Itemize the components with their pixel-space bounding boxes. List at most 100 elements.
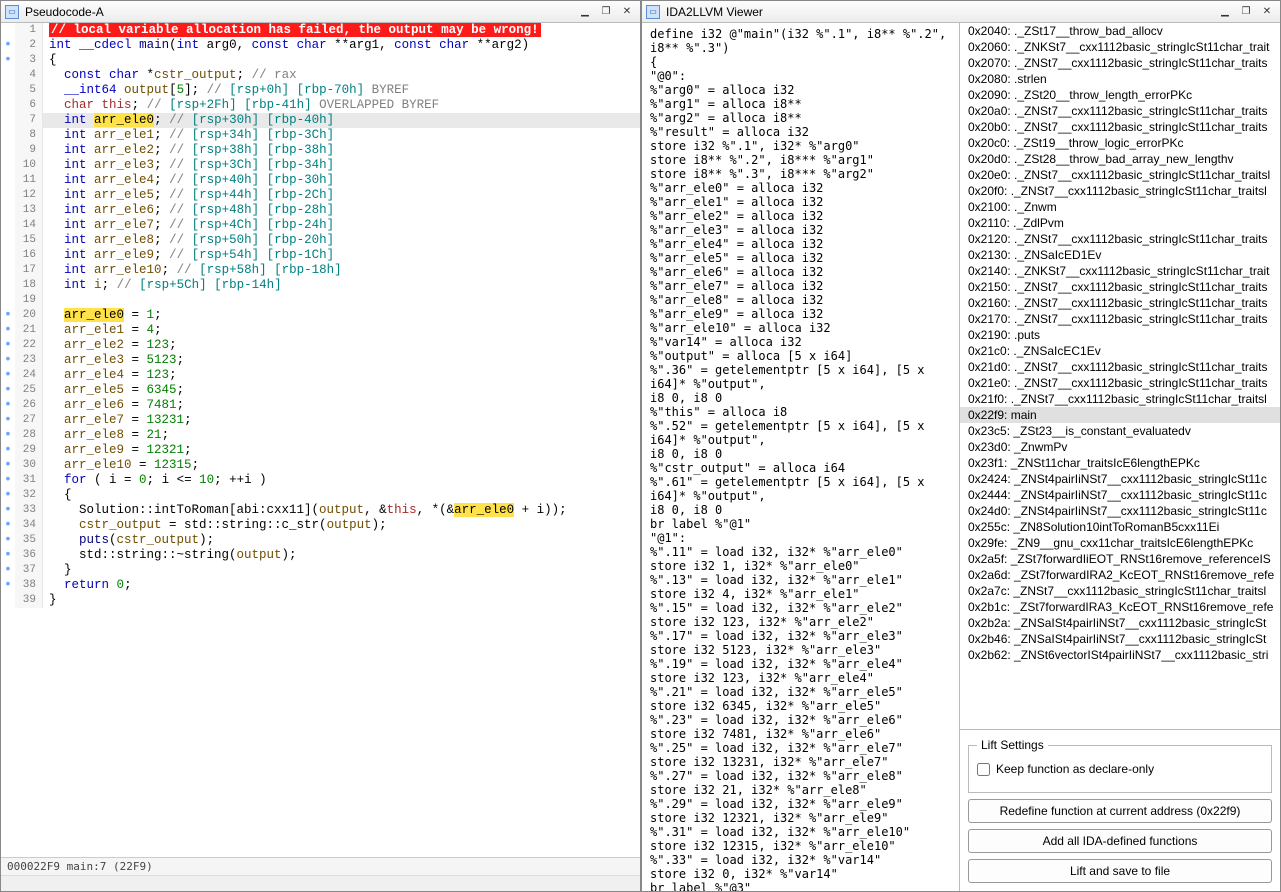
symbol-row[interactable]: 0x2a5f: _ZSt7forwardIiEOT_RNSt16remove_r…	[960, 551, 1280, 567]
code-line[interactable]: 8 int arr_ele1; // [rsp+34h] [rbp-3Ch]	[1, 128, 640, 143]
code-line[interactable]: •28 arr_ele8 = 21;	[1, 428, 640, 443]
symbol-row[interactable]: 0x21d0: ._ZNSt7__cxx1112basic_stringIcSt…	[960, 359, 1280, 375]
code-line[interactable]: 14 int arr_ele7; // [rsp+4Ch] [rbp-24h]	[1, 218, 640, 233]
llvm-line: %".25" = load i32, i32* %"arr_ele7"	[650, 741, 951, 755]
symbol-row[interactable]: 0x2190: .puts	[960, 327, 1280, 343]
symbol-row[interactable]: 0x2100: ._Znwm	[960, 199, 1280, 215]
code-line[interactable]: •24 arr_ele4 = 123;	[1, 368, 640, 383]
code-line[interactable]: •36 std::string::~string(output);	[1, 548, 640, 563]
keep-declare-checkbox[interactable]: Keep function as declare-only	[977, 762, 1263, 776]
code-line[interactable]: 10 int arr_ele3; // [rsp+3Ch] [rbp-34h]	[1, 158, 640, 173]
symbol-row[interactable]: 0x2070: ._ZNSt7__cxx1112basic_stringIcSt…	[960, 55, 1280, 71]
code-line[interactable]: 9 int arr_ele2; // [rsp+38h] [rbp-38h]	[1, 143, 640, 158]
symbol-row[interactable]: 0x21c0: ._ZNSaIcEC1Ev	[960, 343, 1280, 359]
symbol-row[interactable]: 0x2424: _ZNSt4pairIiNSt7__cxx1112basic_s…	[960, 471, 1280, 487]
llvm-line: %".31" = load i32, i32* %"arr_ele10"	[650, 825, 951, 839]
code-line[interactable]: 13 int arr_ele6; // [rsp+48h] [rbp-28h]	[1, 203, 640, 218]
code-line[interactable]: •26 arr_ele6 = 7481;	[1, 398, 640, 413]
code-line[interactable]: •21 arr_ele1 = 4;	[1, 323, 640, 338]
code-line[interactable]: 16 int arr_ele9; // [rsp+54h] [rbp-1Ch]	[1, 248, 640, 263]
symbol-row[interactable]: 0x2090: ._ZSt20__throw_length_errorPKc	[960, 87, 1280, 103]
symbol-row[interactable]: 0x21e0: ._ZNSt7__cxx1112basic_stringIcSt…	[960, 375, 1280, 391]
symbol-row[interactable]: 0x255c: _ZN8Solution10intToRomanB5cxx11E…	[960, 519, 1280, 535]
code-line[interactable]: •38 return 0;	[1, 578, 640, 593]
code-line[interactable]: •37 }	[1, 563, 640, 578]
restore-button[interactable]: ❐	[1237, 5, 1255, 19]
symbol-row[interactable]: 0x20a0: ._ZNSt7__cxx1112basic_stringIcSt…	[960, 103, 1280, 119]
symbol-row[interactable]: 0x20c0: ._ZSt19__throw_logic_errorPKc	[960, 135, 1280, 151]
symbol-row[interactable]: 0x20d0: ._ZSt28__throw_bad_array_new_len…	[960, 151, 1280, 167]
code-line[interactable]: •25 arr_ele5 = 6345;	[1, 383, 640, 398]
minimize-button[interactable]: ▁	[576, 5, 594, 19]
code-line[interactable]: •33 Solution::intToRoman[abi:cxx11](outp…	[1, 503, 640, 518]
code-line[interactable]: 6 char this; // [rsp+2Fh] [rbp-41h] OVER…	[1, 98, 640, 113]
symbol-row[interactable]: 0x20e0: ._ZNSt7__cxx1112basic_stringIcSt…	[960, 167, 1280, 183]
code-line[interactable]: 18 int i; // [rsp+5Ch] [rbp-14h]	[1, 278, 640, 293]
code-line[interactable]: •31 for ( i = 0; i <= 10; ++i )	[1, 473, 640, 488]
code-line[interactable]: •2int __cdecl main(int arg0, const char …	[1, 38, 640, 53]
restore-button[interactable]: ❐	[597, 5, 615, 19]
code-line[interactable]: 17 int arr_ele10; // [rsp+58h] [rbp-18h]	[1, 263, 640, 278]
minimize-button[interactable]: ▁	[1216, 5, 1234, 19]
symbol-row[interactable]: 0x2160: ._ZNSt7__cxx1112basic_stringIcSt…	[960, 295, 1280, 311]
code-line[interactable]: 12 int arr_ele5; // [rsp+44h] [rbp-2Ch]	[1, 188, 640, 203]
llvm-line: store i32 0, i32* %"var14"	[650, 867, 951, 881]
save-button[interactable]: Lift and save to file	[968, 859, 1272, 883]
symbol-row[interactable]: 0x23c5: _ZSt23__is_constant_evaluatedv	[960, 423, 1280, 439]
code-line[interactable]: 4 const char *cstr_output; // rax	[1, 68, 640, 83]
code-line[interactable]: •20 arr_ele0 = 1;	[1, 308, 640, 323]
symbol-row[interactable]: 0x2080: .strlen	[960, 71, 1280, 87]
symbol-row[interactable]: 0x24d0: _ZNSt4pairIiNSt7__cxx1112basic_s…	[960, 503, 1280, 519]
code-line[interactable]: 7 int arr_ele0; // [rsp+30h] [rbp-40h]	[1, 113, 640, 128]
symbol-row[interactable]: 0x22f9: main	[960, 407, 1280, 423]
symbol-row[interactable]: 0x2120: ._ZNSt7__cxx1112basic_stringIcSt…	[960, 231, 1280, 247]
code-line[interactable]: 1// local variable allocation has failed…	[1, 23, 640, 38]
symbol-row[interactable]: 0x29fe: _ZN9__gnu_cxx11char_traitsIcE6le…	[960, 535, 1280, 551]
close-button[interactable]: ✕	[1258, 5, 1276, 19]
code-line[interactable]: •34 cstr_output = std::string::c_str(out…	[1, 518, 640, 533]
keep-declare-input[interactable]	[977, 763, 990, 776]
symbol-row[interactable]: 0x2b46: _ZNSaISt4pairIiNSt7__cxx1112basi…	[960, 631, 1280, 647]
code-line[interactable]: •32 {	[1, 488, 640, 503]
llvm-ir-viewer[interactable]: define i32 @"main"(i32 %".1", i8** %".2"…	[642, 23, 960, 891]
code-line[interactable]: •23 arr_ele3 = 5123;	[1, 353, 640, 368]
code-line[interactable]: •27 arr_ele7 = 13231;	[1, 413, 640, 428]
symbol-row[interactable]: 0x2040: ._ZSt17__throw_bad_allocv	[960, 23, 1280, 39]
code-line[interactable]: 39}	[1, 593, 640, 608]
code-line[interactable]: 19	[1, 293, 640, 308]
symbol-row[interactable]: 0x2130: ._ZNSaIcED1Ev	[960, 247, 1280, 263]
symbol-row[interactable]: 0x2444: _ZNSt4pairIiNSt7__cxx1112basic_s…	[960, 487, 1280, 503]
horizontal-scrollbar[interactable]	[1, 875, 640, 891]
code-line[interactable]: •35 puts(cstr_output);	[1, 533, 640, 548]
add-all-button[interactable]: Add all IDA-defined functions	[968, 829, 1272, 853]
code-line[interactable]: •3{	[1, 53, 640, 68]
code-line[interactable]: •29 arr_ele9 = 12321;	[1, 443, 640, 458]
symbol-row[interactable]: 0x21f0: ._ZNSt7__cxx1112basic_stringIcSt…	[960, 391, 1280, 407]
symbol-row[interactable]: 0x2150: ._ZNSt7__cxx1112basic_stringIcSt…	[960, 279, 1280, 295]
redefine-button[interactable]: Redefine function at current address (0x…	[968, 799, 1272, 823]
symbol-row[interactable]: 0x2170: ._ZNSt7__cxx1112basic_stringIcSt…	[960, 311, 1280, 327]
symbol-row[interactable]: 0x2b1c: _ZSt7forwardIRA3_KcEOT_RNSt16rem…	[960, 599, 1280, 615]
code-line[interactable]: 15 int arr_ele8; // [rsp+50h] [rbp-20h]	[1, 233, 640, 248]
pseudocode-editor[interactable]: 1// local variable allocation has failed…	[1, 23, 640, 857]
symbol-row[interactable]: 0x2b2a: _ZNSaISt4pairIiNSt7__cxx1112basi…	[960, 615, 1280, 631]
code-line[interactable]: •22 arr_ele2 = 123;	[1, 338, 640, 353]
symbol-row[interactable]: 0x2110: ._ZdlPvm	[960, 215, 1280, 231]
symbol-row[interactable]: 0x20f0: ._ZNSt7__cxx1112basic_stringIcSt…	[960, 183, 1280, 199]
llvm-line: %".61" = getelementptr [5 x i64], [5 x i…	[650, 475, 951, 503]
symbol-row[interactable]: 0x2b62: _ZNSt6vectorISt4pairIiNSt7__cxx1…	[960, 647, 1280, 663]
symbol-row[interactable]: 0x20b0: ._ZNSt7__cxx1112basic_stringIcSt…	[960, 119, 1280, 135]
code-line[interactable]: •30 arr_ele10 = 12315;	[1, 458, 640, 473]
llvm-line: %"var14" = alloca i32	[650, 335, 951, 349]
close-button[interactable]: ✕	[618, 5, 636, 19]
symbol-row[interactable]: 0x2a6d: _ZSt7forwardIRA2_KcEOT_RNSt16rem…	[960, 567, 1280, 583]
code-line[interactable]: 5 __int64 output[5]; // [rsp+0h] [rbp-70…	[1, 83, 640, 98]
code-line[interactable]: 11 int arr_ele4; // [rsp+40h] [rbp-30h]	[1, 173, 640, 188]
symbol-row[interactable]: 0x23f1: _ZNSt11char_traitsIcE6lengthEPKc	[960, 455, 1280, 471]
symbol-row[interactable]: 0x2a7c: _ZNSt7__cxx1112basic_stringIcSt1…	[960, 583, 1280, 599]
symbol-row[interactable]: 0x2060: ._ZNKSt7__cxx1112basic_stringIcS…	[960, 39, 1280, 55]
symbol-row[interactable]: 0x23d0: _ZnwmPv	[960, 439, 1280, 455]
symbol-list[interactable]: 0x2040: ._ZSt17__throw_bad_allocv0x2060:…	[960, 23, 1280, 729]
symbol-row[interactable]: 0x2140: ._ZNKSt7__cxx1112basic_stringIcS…	[960, 263, 1280, 279]
llvm-line: %"arr_ele8" = alloca i32	[650, 293, 951, 307]
